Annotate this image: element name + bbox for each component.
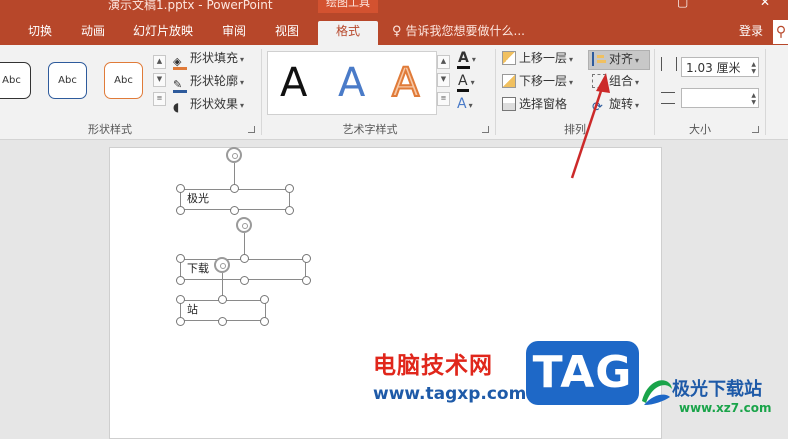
tag-logo: TAG (526, 341, 639, 405)
watermark-url: www.tagxp.com (373, 384, 527, 404)
brand-swirl-icon (642, 380, 672, 405)
watermark-brand: 极光下载站 (672, 379, 762, 400)
annotation-arrow-head (596, 73, 610, 93)
annotation-arrow-shaft (570, 87, 604, 179)
watermark-brand-url: www.xz7.com (679, 401, 772, 415)
watermark-cn-text: 电脑技术网 (373, 353, 493, 379)
